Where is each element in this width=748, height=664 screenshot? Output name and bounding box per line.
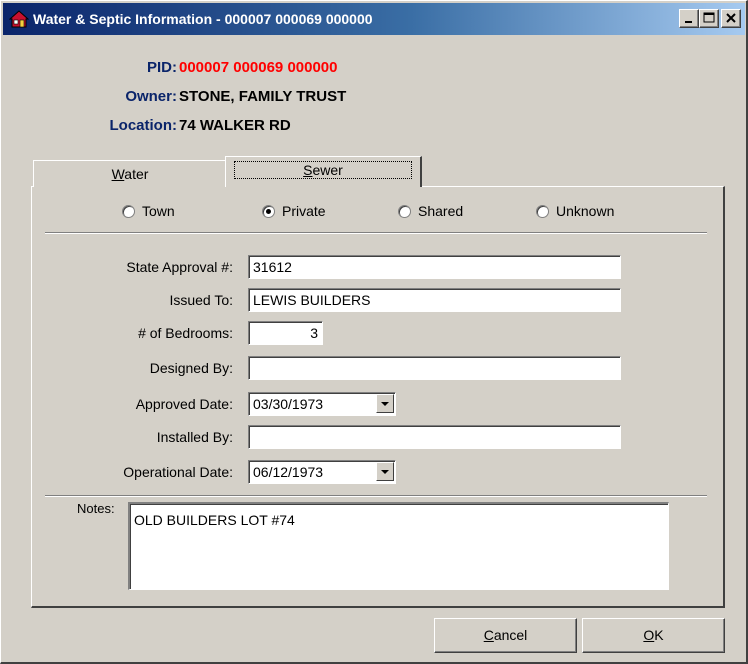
owner-value: STONE, FAMILY TRUST (179, 88, 347, 105)
radio-unknown-label: Unknown (556, 203, 615, 219)
bedrooms-field[interactable]: 3 (248, 321, 323, 345)
ok-button[interactable]: OK (582, 618, 725, 653)
approved-date-dropdown-icon[interactable] (376, 394, 394, 413)
minimize-icon (685, 21, 692, 23)
operational-date-picker[interactable]: 06/12/1973 (248, 460, 396, 484)
operational-date-dropdown-icon[interactable] (376, 462, 394, 481)
issued-to-field[interactable]: LEWIS BUILDERS (248, 288, 621, 312)
tab-sewer-label: ewer (312, 162, 343, 178)
approved-date-label: Approved Date: (135, 396, 233, 412)
ok-label: K (654, 627, 664, 643)
title-bar[interactable]: Water & Septic Information - 000007 0000… (3, 3, 745, 35)
cancel-button[interactable]: Cancel (434, 618, 577, 653)
notes-textarea[interactable]: OLD BUILDERS LOT #74 (128, 502, 669, 590)
divider-bottom (45, 495, 707, 497)
state-approval-label: State Approval #: (126, 259, 233, 275)
notes-label: Notes: (77, 501, 115, 516)
approved-date-value: 03/30/1973 (253, 396, 324, 412)
tab-sewer[interactable]: Sewer (225, 156, 422, 187)
approved-date-picker[interactable]: 03/30/1973 (248, 392, 396, 416)
location-label: Location: (109, 117, 178, 134)
tab-water-label: ater (124, 166, 149, 182)
operational-date-value: 06/12/1973 (253, 464, 324, 480)
radio-town-label: Town (142, 203, 175, 219)
issued-to-label: Issued To: (169, 292, 233, 308)
operational-date-label: Operational Date: (123, 464, 233, 480)
cancel-mnemonic: C (483, 627, 494, 643)
radio-shared-label: Shared (418, 203, 464, 219)
close-button[interactable] (721, 9, 741, 28)
maximize-button[interactable] (699, 9, 719, 28)
radio-private-indicator[interactable] (262, 205, 275, 218)
owner-label: Owner: (125, 88, 177, 105)
installed-by-label: Installed By: (156, 429, 233, 445)
house-icon (8, 10, 30, 28)
bedrooms-label: # of Bedrooms: (138, 325, 233, 341)
window-title: Water & Septic Information - 000007 0000… (33, 11, 373, 27)
dialog-window: Water & Septic Information - 000007 0000… (0, 0, 748, 664)
radio-unknown-indicator[interactable] (536, 205, 549, 218)
radio-private-label: Private (282, 203, 326, 219)
tab-water-mnemonic: W (111, 166, 125, 182)
ok-mnemonic: O (643, 627, 655, 643)
divider-top (45, 232, 707, 234)
close-icon (726, 13, 736, 23)
tab-water[interactable]: Water (33, 160, 227, 187)
designed-by-field[interactable] (248, 356, 621, 380)
pid-value: 000007 000069 000000 (179, 59, 338, 76)
pid-label: PID: (147, 59, 177, 76)
installed-by-field[interactable] (248, 425, 621, 449)
tab-join (226, 186, 420, 188)
location-value: 74 WALKER RD (179, 117, 291, 134)
minimize-button[interactable] (679, 9, 699, 28)
maximize-icon (703, 12, 715, 23)
radio-shared-indicator[interactable] (398, 205, 411, 218)
radio-town-indicator[interactable] (122, 205, 135, 218)
state-approval-field[interactable]: 31612 (248, 255, 621, 279)
cancel-label: ancel (493, 627, 528, 643)
designed-by-label: Designed By: (149, 360, 233, 376)
